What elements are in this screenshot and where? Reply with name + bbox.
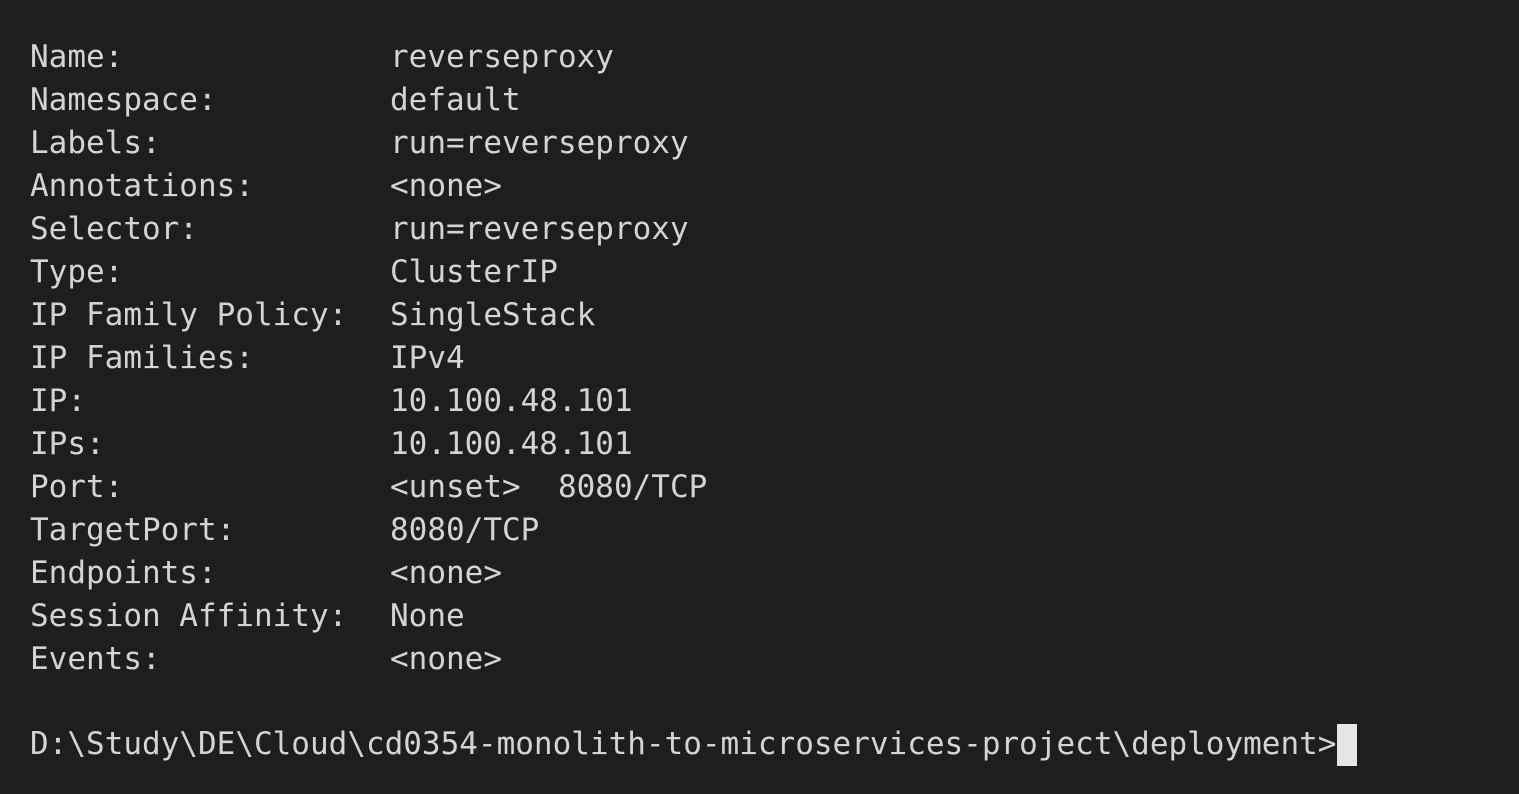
field-value: 8080/TCP: [390, 512, 540, 548]
field-value: <none>: [390, 168, 502, 204]
output-row-namespace: Namespace: default: [30, 79, 1519, 122]
field-key: Selector:: [30, 211, 198, 247]
field-value: SingleStack: [390, 297, 596, 333]
field-key: IPs:: [30, 426, 105, 462]
field-value: ClusterIP: [390, 254, 558, 290]
field-value: reverseproxy: [390, 39, 614, 75]
output-row-session-affinity: Session Affinity: None: [30, 595, 1519, 638]
field-key: Session Affinity:: [30, 598, 348, 634]
output-row-endpoints: Endpoints: <none>: [30, 552, 1519, 595]
text-cursor: [1337, 723, 1358, 766]
output-row-annotations: Annotations: <none>: [30, 165, 1519, 208]
field-value: run=reverseproxy: [390, 211, 689, 247]
field-key: IP Family Policy:: [30, 297, 348, 333]
output-row-port: Port: <unset> 8080/TCP: [30, 466, 1519, 509]
field-key: Labels:: [30, 125, 161, 161]
output-row-name: Name: reverseproxy: [30, 36, 1519, 79]
field-value: 10.100.48.101: [390, 383, 633, 419]
field-value: default: [390, 82, 521, 118]
field-value: None: [390, 598, 465, 634]
field-key: Namespace:: [30, 82, 217, 118]
output-row-type: Type: ClusterIP: [30, 251, 1519, 294]
field-key: IP Families:: [30, 340, 254, 376]
output-row-selector: Selector: run=reverseproxy: [30, 208, 1519, 251]
output-row-targetport: TargetPort: 8080/TCP: [30, 509, 1519, 552]
output-row-ip-family-policy: IP Family Policy: SingleStack: [30, 294, 1519, 337]
field-key: Annotations:: [30, 168, 254, 204]
field-value: run=reverseproxy: [390, 125, 689, 161]
field-key: IP:: [30, 383, 86, 419]
command-prompt[interactable]: D:\Study\DE\Cloud\cd0354-monolith-to-mic…: [30, 723, 1358, 766]
prompt-path: D:\Study\DE\Cloud\cd0354-monolith-to-mic…: [30, 726, 1337, 762]
field-value: 10.100.48.101: [390, 426, 633, 462]
field-key: Port:: [30, 469, 124, 505]
field-key: Type:: [30, 254, 124, 290]
field-value: <none>: [390, 641, 502, 677]
terminal-window[interactable]: Name: reverseproxy Namespace: default Labe…: [0, 0, 1519, 794]
output-row-events: Events: <none>: [30, 638, 1519, 681]
field-key: Events:: [30, 641, 161, 677]
field-key: Name:: [30, 39, 124, 75]
field-value: IPv4: [390, 340, 465, 376]
field-key: TargetPort:: [30, 512, 236, 548]
field-value: <none>: [390, 555, 502, 591]
field-key: Endpoints:: [30, 555, 217, 591]
field-value: <unset> 8080/TCP: [390, 469, 708, 505]
output-row-ip-families: IP Families: IPv4: [30, 337, 1519, 380]
output-row-ip: IP: 10.100.48.101: [30, 380, 1519, 423]
output-row-labels: Labels: run=reverseproxy: [30, 122, 1519, 165]
service-description-output: Name: reverseproxy Namespace: default Labe…: [30, 36, 1519, 681]
output-row-ips: IPs: 10.100.48.101: [30, 423, 1519, 466]
